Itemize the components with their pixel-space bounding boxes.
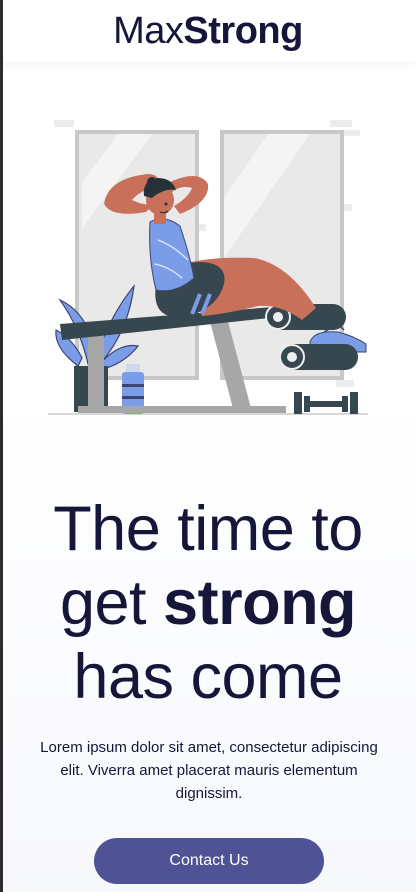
hero-description: Lorem ipsum dolor sit amet, consectetur … bbox=[40, 739, 378, 802]
contact-us-button[interactable]: Contact Us bbox=[94, 838, 324, 884]
logo-text-light: Max bbox=[113, 10, 184, 52]
headline-line-1: The time to bbox=[53, 494, 363, 564]
hero-headline: The time to get strong has come bbox=[0, 492, 416, 714]
top-header: MaxStrong bbox=[0, 0, 416, 62]
window-edge bbox=[0, 0, 3, 892]
logo-text-bold: Strong bbox=[183, 10, 303, 52]
headline-line-3: has come bbox=[73, 642, 343, 712]
brand-logo[interactable]: MaxStrong bbox=[113, 12, 303, 50]
hero-section: The time to get strong has come Lorem ip… bbox=[0, 62, 416, 892]
headline-line-2-prefix: get bbox=[59, 568, 164, 638]
headline-emphasis: strong bbox=[163, 568, 357, 638]
gym-workout-illustration bbox=[48, 120, 368, 415]
